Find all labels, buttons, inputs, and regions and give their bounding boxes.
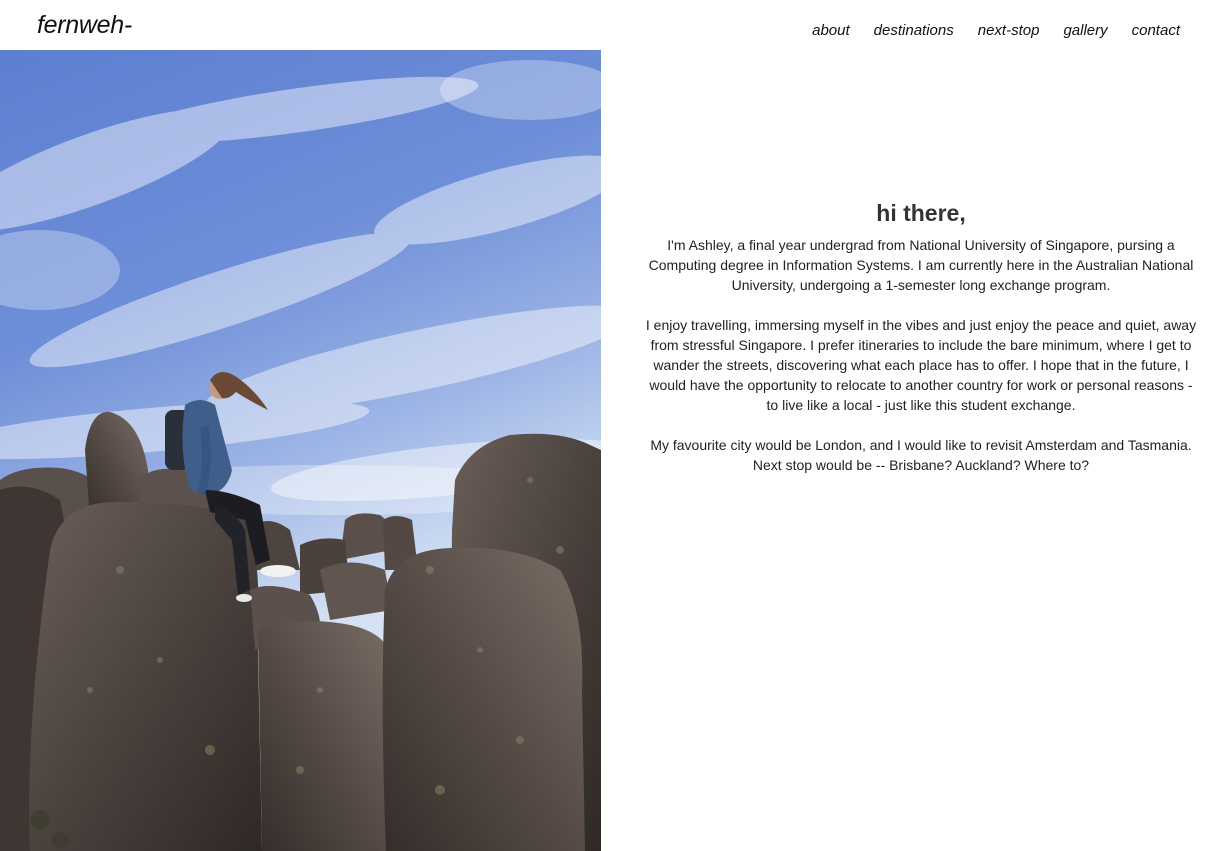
nav-link-about[interactable]: about <box>812 22 850 39</box>
hero-photo <box>0 50 601 851</box>
greeting-heading: hi there, <box>876 200 966 226</box>
main-nav: about destinations next-stop gallery con… <box>788 22 1180 39</box>
nav-link-destinations[interactable]: destinations <box>874 22 954 39</box>
hero-photo-illustration <box>0 50 601 851</box>
nav-link-gallery[interactable]: gallery <box>1063 22 1107 39</box>
favourite-city-paragraph: My favourite city would be London, and I… <box>650 437 1192 473</box>
intro-paragraph: I'm Ashley, a final year undergrad from … <box>648 237 1194 293</box>
intro-section: hi there, I'm Ashley, a final year under… <box>642 198 1200 495</box>
site-logo[interactable]: fernweh- <box>37 11 132 40</box>
nav-link-contact[interactable]: contact <box>1132 22 1180 39</box>
travel-paragraph: I enjoy travelling, immersing myself in … <box>645 317 1197 413</box>
nav-link-next-stop[interactable]: next-stop <box>978 22 1040 39</box>
site-header: fernweh- about destinations next-stop ga… <box>0 0 1232 50</box>
